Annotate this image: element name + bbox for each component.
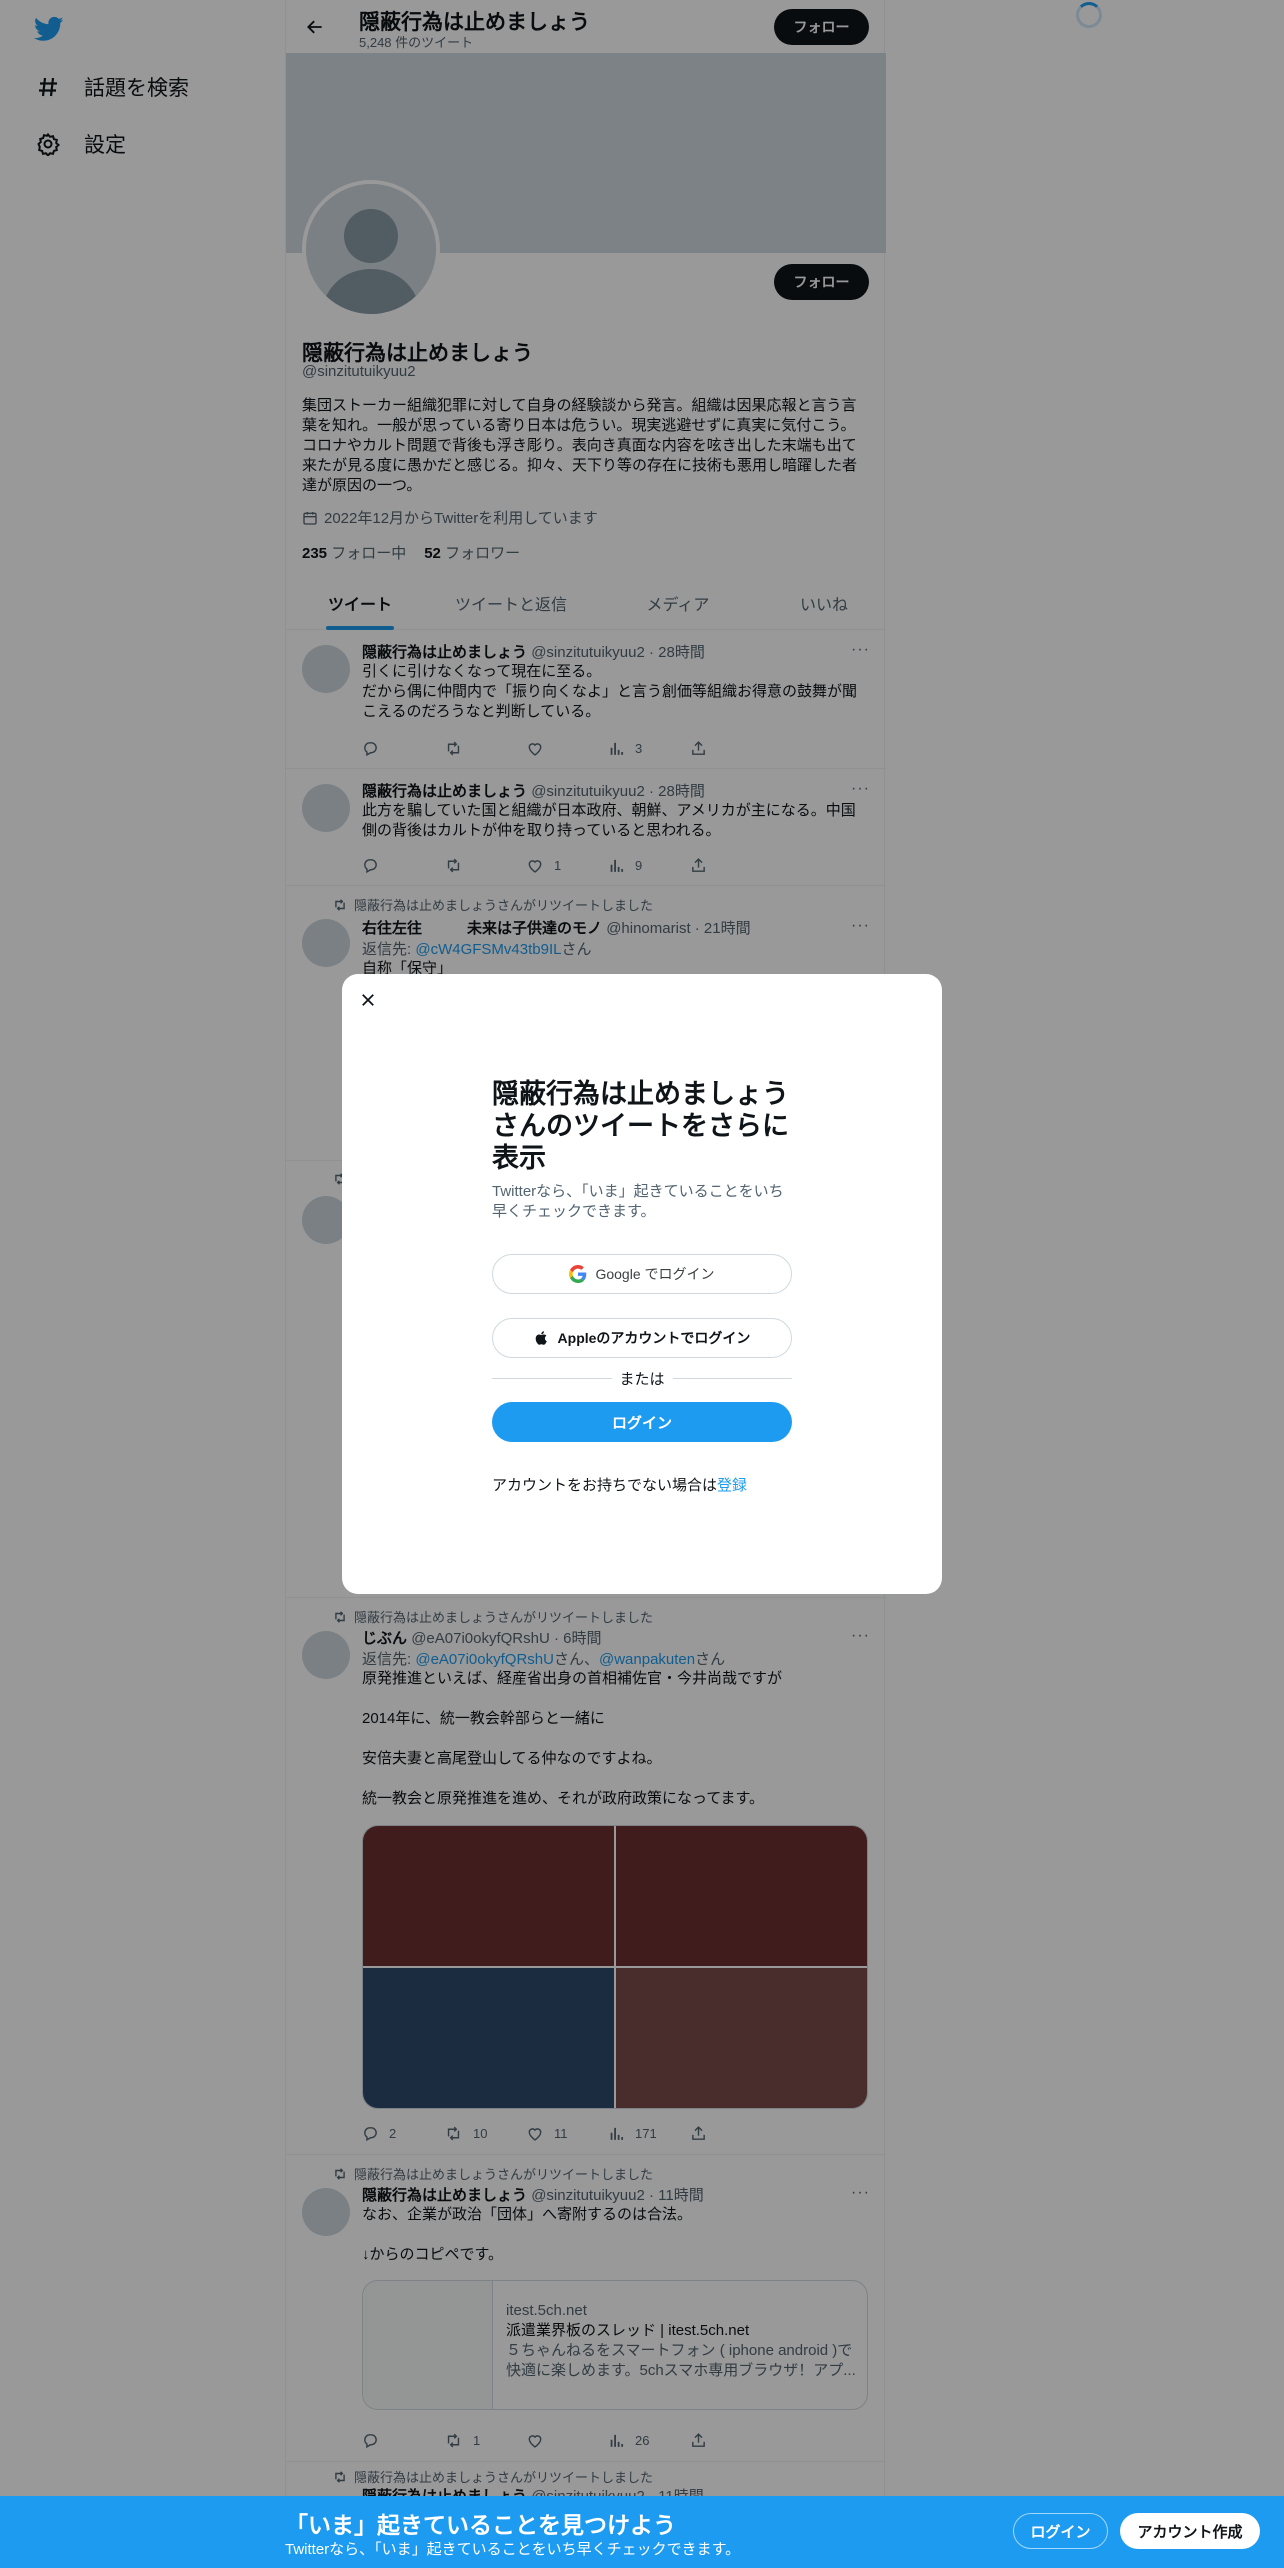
modal-title: 隠蔽行為は止めましょうさんのツイートをさらに表示 bbox=[492, 1079, 789, 1173]
google-logo-icon bbox=[569, 1265, 587, 1283]
modal-login-button[interactable]: ログイン bbox=[492, 1402, 792, 1442]
google-login-label: Google でログイン bbox=[595, 1266, 715, 1282]
or-divider: または bbox=[492, 1368, 793, 1388]
login-prompt-modal: 隠蔽行為は止めましょうさんのツイートをさらに表示 Twitterなら、「いま」起… bbox=[342, 974, 942, 1594]
signup-banner: 「いま」起きていることを見つけよう Twitterなら、「いま」起きていることを… bbox=[0, 2496, 1284, 2568]
modal-subtitle: Twitterなら、「いま」起きていることをいち早くチェックできます。 bbox=[492, 1183, 784, 1220]
apple-login-button[interactable]: Appleのアカウントでログイン bbox=[492, 1318, 792, 1358]
google-login-button[interactable]: Google でログイン bbox=[492, 1254, 792, 1294]
signup-link[interactable]: 登録 bbox=[717, 1477, 747, 1494]
banner-login-button[interactable]: ログイン bbox=[1013, 2513, 1108, 2549]
close-icon[interactable] bbox=[350, 982, 386, 1018]
apple-login-label: Appleのアカウントでログイン bbox=[557, 1330, 751, 1346]
banner-signup-button[interactable]: アカウント作成 bbox=[1120, 2513, 1260, 2549]
signup-banner-title: 「いま」起きていることを見つけよう bbox=[285, 2512, 676, 2538]
signup-prompt: アカウントをお持ちでない場合は登録 bbox=[492, 1474, 792, 1495]
or-divider-label: または bbox=[619, 1370, 665, 1388]
signup-prompt-text: アカウントをお持ちでない場合は bbox=[492, 1477, 718, 1494]
signup-banner-subtitle: Twitterなら、「いま」起きていることをいち早くチェックできます。 bbox=[285, 2541, 741, 2558]
apple-logo-icon bbox=[535, 1331, 547, 1345]
